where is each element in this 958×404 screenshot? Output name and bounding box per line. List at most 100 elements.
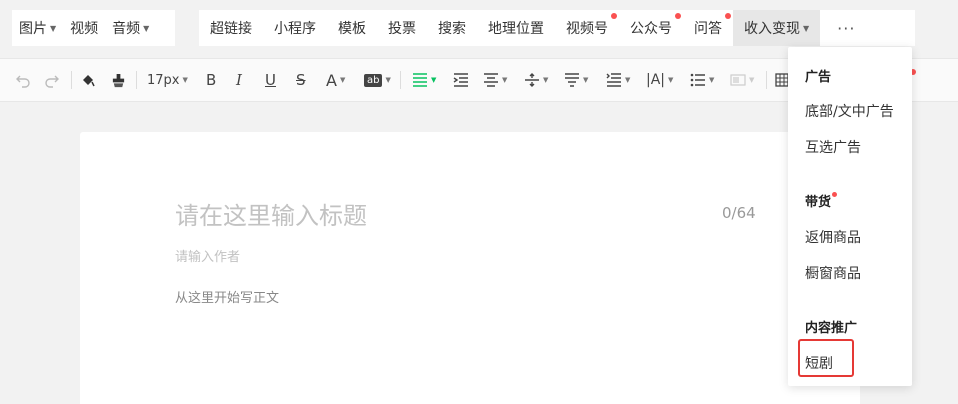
insert-channels-button[interactable]: 视频号 xyxy=(555,10,619,46)
menu-item-bottom-inline-ads[interactable]: 底部/文中广告 xyxy=(805,101,894,121)
background-color-icon: ab xyxy=(364,73,383,87)
more-button[interactable]: ··· xyxy=(820,10,872,46)
disabled-block-button[interactable]: ▼ xyxy=(730,59,754,101)
hyperlink-label: 超链接 xyxy=(210,21,252,37)
toolbar-separator xyxy=(766,71,767,89)
new-badge-dot xyxy=(725,13,731,19)
align-left-button[interactable]: ▼ xyxy=(412,59,436,101)
title-char-counter: 0/64 xyxy=(722,204,756,222)
format-painter-icon xyxy=(83,75,95,87)
bold-icon: B xyxy=(206,71,217,89)
font-size-select[interactable]: 17px ▼ xyxy=(147,59,188,101)
new-badge-dot xyxy=(611,13,617,19)
disabled-block-icon xyxy=(730,74,746,86)
section-heading-ecommerce: 带货 xyxy=(805,191,838,210)
section-heading-label: 内容推广 xyxy=(805,321,858,336)
font-color-button[interactable]: A ▼ xyxy=(326,59,345,101)
monetization-menu-button[interactable]: 收入变现 ▼ xyxy=(733,10,821,46)
section-heading-label: 广告 xyxy=(805,70,832,85)
qa-label: 问答 xyxy=(694,21,722,37)
caret-down-icon: ▼ xyxy=(749,76,755,84)
insert-video-label: 视频 xyxy=(70,21,99,37)
caret-down-icon: ▼ xyxy=(385,76,391,84)
insert-miniprogram-button[interactable]: 小程序 xyxy=(263,10,327,46)
background-color-button[interactable]: ab ▼ xyxy=(364,59,391,101)
strikethrough-button[interactable]: S xyxy=(296,59,306,101)
editor-card: 请在这里输入标题 0/64 请输入作者 从这里开始写正文 xyxy=(80,132,860,404)
body-editor[interactable]: 从这里开始写正文 xyxy=(175,287,279,306)
caret-down-icon: ▼ xyxy=(143,23,150,33)
search-label: 搜索 xyxy=(438,21,466,37)
caret-down-icon: ▼ xyxy=(502,76,508,84)
section-heading-ads: 广告 xyxy=(805,66,831,85)
strikethrough-icon: S xyxy=(296,71,306,89)
new-badge-dot xyxy=(832,192,838,197)
section-heading-content-promo: 内容推广 xyxy=(805,317,857,336)
paragraph-spacing-icon xyxy=(565,73,579,87)
insert-audio-button[interactable]: 音频 ▼ xyxy=(105,10,156,46)
menu-item-commission-goods[interactable]: 返佣商品 xyxy=(805,227,861,247)
insert-location-button[interactable]: 地理位置 xyxy=(477,10,555,46)
letter-spacing-icon: |A| xyxy=(646,72,666,88)
list-button[interactable]: ▼ xyxy=(690,59,714,101)
menu-item-mutual-ads[interactable]: 互选广告 xyxy=(805,137,861,157)
font-size-value: 17px xyxy=(147,72,180,88)
undo-button[interactable] xyxy=(15,59,31,101)
toolbar-separator xyxy=(400,71,401,89)
new-badge-dot xyxy=(675,13,681,19)
insert-group: 超链接 小程序 模板 投票 搜索 地理位置 视频号 公众号 问答 收入变现 ▼ ·… xyxy=(199,10,915,46)
caret-down-icon: ▼ xyxy=(182,76,188,84)
align-center-icon xyxy=(484,73,498,87)
underline-icon: U xyxy=(265,71,276,89)
insert-image-button[interactable]: 图片 ▼ xyxy=(12,10,63,46)
caret-down-icon: ▼ xyxy=(543,76,549,84)
insert-hyperlink-button[interactable]: 超链接 xyxy=(199,10,263,46)
align-center-button[interactable]: ▼ xyxy=(483,59,507,101)
list-icon xyxy=(690,73,705,87)
redo-icon xyxy=(45,75,59,88)
align-left-icon xyxy=(413,73,427,87)
paragraph-spacing-button[interactable]: ▼ xyxy=(564,59,588,101)
insert-video-button[interactable]: 视频 xyxy=(63,10,105,46)
official-account-label: 公众号 xyxy=(630,21,672,37)
insert-official-account-button[interactable]: 公众号 xyxy=(619,10,683,46)
highlight-box xyxy=(798,339,854,377)
first-line-indent-button[interactable]: ▼ xyxy=(606,59,630,101)
table-icon xyxy=(775,73,789,87)
redo-button[interactable] xyxy=(44,59,60,101)
author-input[interactable]: 请输入作者 xyxy=(175,246,240,265)
vote-label: 投票 xyxy=(388,21,416,37)
caret-down-icon: ▼ xyxy=(709,76,715,84)
italic-button[interactable]: I xyxy=(236,59,242,101)
insert-search-button[interactable]: 搜索 xyxy=(427,10,477,46)
template-label: 模板 xyxy=(338,21,366,37)
underline-button[interactable]: U xyxy=(265,59,276,101)
line-height-button[interactable]: ▼ xyxy=(524,59,548,101)
italic-icon: I xyxy=(236,71,242,89)
font-color-icon: A xyxy=(326,70,337,90)
menu-item-showcase-goods[interactable]: 橱窗商品 xyxy=(805,263,861,283)
monetization-label: 收入变现 xyxy=(744,21,800,37)
channels-label: 视频号 xyxy=(566,21,608,37)
toolbar-separator xyxy=(136,71,137,89)
insert-qa-button[interactable]: 问答 xyxy=(683,10,733,46)
caret-down-icon: ▼ xyxy=(339,76,346,84)
miniprogram-label: 小程序 xyxy=(274,21,316,37)
title-input[interactable]: 请在这里输入标题 xyxy=(175,196,367,231)
indent-button[interactable] xyxy=(453,59,469,101)
media-group: 图片 ▼ 视频 音频 ▼ xyxy=(12,10,175,46)
format-painter-button[interactable] xyxy=(80,59,96,101)
caret-down-icon: ▼ xyxy=(668,76,674,84)
more-icon: ··· xyxy=(837,18,856,38)
line-height-icon xyxy=(525,73,539,87)
bold-button[interactable]: B xyxy=(206,59,216,101)
insert-template-button[interactable]: 模板 xyxy=(327,10,377,46)
indent-icon xyxy=(453,73,468,87)
letter-spacing-button[interactable]: |A| ▼ xyxy=(646,59,673,101)
insert-vote-button[interactable]: 投票 xyxy=(377,10,427,46)
undo-icon xyxy=(16,75,30,88)
section-heading-label: 带货 xyxy=(805,195,832,210)
table-button[interactable] xyxy=(775,59,789,101)
caret-down-icon: ▼ xyxy=(50,23,57,33)
clear-format-button[interactable] xyxy=(111,59,126,101)
